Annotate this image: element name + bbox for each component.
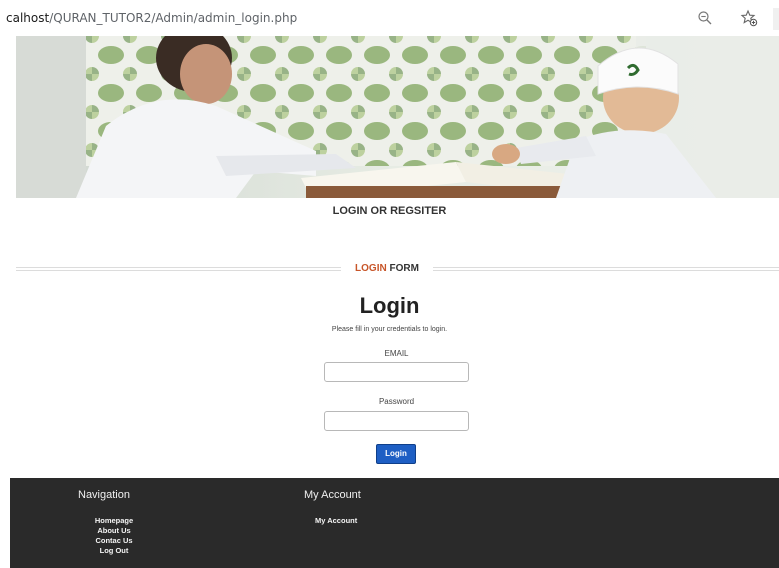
email-label: EMAIL [384, 349, 409, 358]
password-input[interactable] [324, 411, 469, 431]
login-subtitle: Please fill in your credentials to login… [331, 326, 448, 333]
section-title: LOGIN OR REGSITER [332, 205, 447, 217]
browser-address-bar[interactable]: calhost/QURAN_TUTOR2/Admin/admin_login.p… [0, 0, 779, 36]
password-label: Password [378, 397, 415, 406]
nav-link-about-us[interactable]: About Us [72, 526, 156, 536]
url-host: calhost [6, 11, 50, 25]
nav-link-homepage[interactable]: Homepage [72, 516, 156, 526]
zoom-out-icon[interactable] [697, 10, 713, 26]
form-legend: LOGIN FORM [341, 262, 433, 276]
nav-link-contact-us[interactable]: Contac Us [72, 536, 156, 546]
nav-link-log-out[interactable]: Log Out [72, 546, 156, 556]
navigation-heading: Navigation [78, 489, 130, 501]
form-legend-accent: LOGIN [355, 263, 387, 274]
url-path: /QURAN_TUTOR2/Admin/admin_login.php [49, 11, 298, 25]
my-account-list: My Account [315, 516, 357, 526]
add-favorite-icon[interactable] [740, 9, 758, 27]
email-input[interactable] [324, 362, 469, 382]
address-url[interactable]: calhost/QURAN_TUTOR2/Admin/admin_login.p… [6, 11, 297, 25]
login-button[interactable]: Login [376, 444, 416, 464]
divider-line-left [16, 267, 341, 271]
navigation-list: Homepage About Us Contac Us Log Out [72, 516, 156, 556]
account-link-my-account[interactable]: My Account [315, 516, 357, 526]
login-form-divider: LOGIN FORM [16, 262, 779, 276]
login-heading: Login [359, 293, 420, 318]
toolbar-edge [773, 8, 779, 30]
divider-line-right [433, 267, 779, 271]
hero-banner-image [16, 36, 779, 198]
form-legend-rest: FORM [386, 263, 419, 274]
my-account-heading: My Account [304, 489, 361, 501]
site-footer: Navigation My Account Homepage About Us … [10, 478, 779, 568]
